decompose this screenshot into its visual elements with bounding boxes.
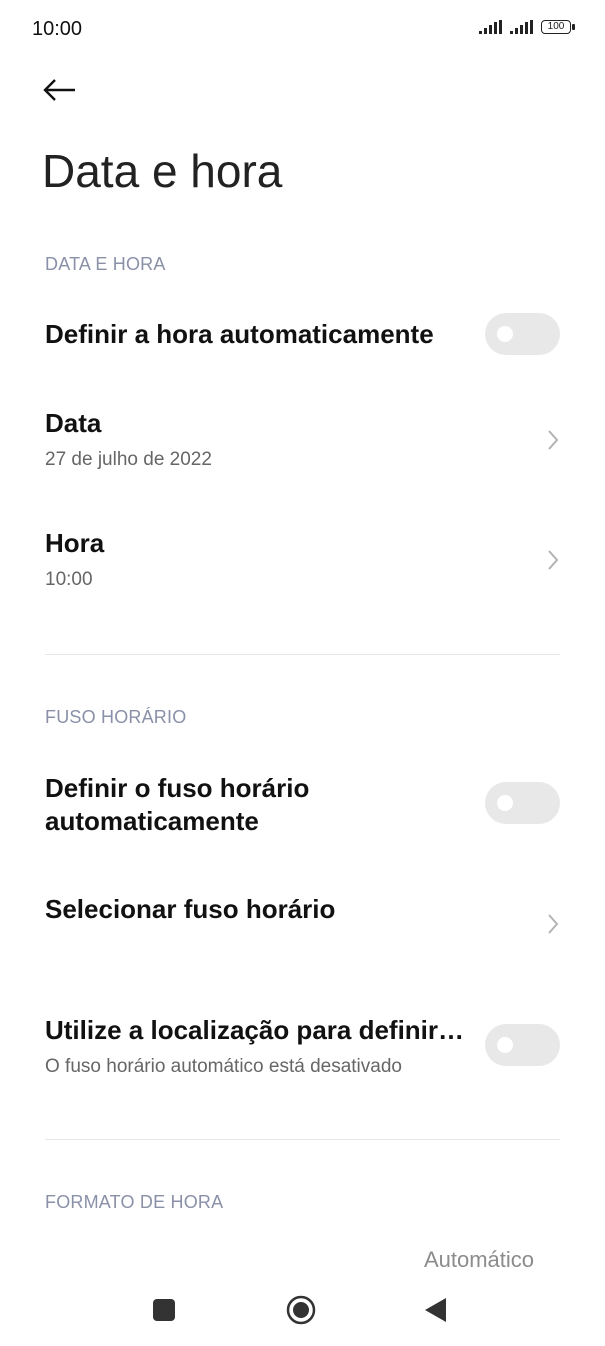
- circle-icon: [286, 1295, 316, 1325]
- arrow-left-icon: [43, 79, 75, 101]
- location-timezone-toggle[interactable]: [485, 1024, 560, 1066]
- location-timezone-sub: O fuso horário automático está desativad…: [45, 1056, 402, 1077]
- time-format-value[interactable]: Automático: [424, 1247, 534, 1273]
- time-label: Hora: [45, 528, 105, 558]
- select-timezone-row[interactable]: Selecionar fuso horário: [0, 893, 605, 953]
- auto-time-toggle[interactable]: [485, 313, 560, 355]
- select-timezone-label: Selecionar fuso horário: [45, 894, 336, 924]
- chevron-right-icon: [548, 914, 559, 934]
- nav-back-button[interactable]: [416, 1290, 456, 1330]
- auto-time-label: Definir a hora automaticamente: [45, 319, 434, 349]
- triangle-left-icon: [425, 1298, 446, 1322]
- signal-icon: [479, 20, 502, 34]
- section-header-date-time: DATA E HORA: [45, 254, 166, 274]
- square-icon: [153, 1299, 175, 1321]
- navigation-bar: [0, 1280, 605, 1340]
- chevron-right-icon: [548, 550, 559, 570]
- status-time: 10:00: [32, 18, 83, 40]
- divider: [45, 1139, 560, 1140]
- divider: [45, 654, 560, 655]
- date-row[interactable]: Data 27 de julho de 2022: [0, 405, 605, 477]
- time-row[interactable]: Hora 10:00: [0, 525, 605, 597]
- status-bar: 10:00 100: [0, 0, 605, 58]
- back-button[interactable]: [40, 72, 80, 108]
- location-timezone-label: Utilize a localização para definir…: [45, 1015, 465, 1045]
- auto-timezone-toggle[interactable]: [485, 782, 560, 824]
- section-header-time-zone: FUSO HORÁRIO: [45, 707, 187, 727]
- time-value: 10:00: [45, 569, 93, 590]
- auto-timezone-label-line1: Definir o fuso horário: [45, 773, 310, 803]
- auto-timezone-label-line2: automaticamente: [45, 806, 259, 836]
- date-value: 27 de julho de 2022: [45, 449, 212, 470]
- date-label: Data: [45, 408, 102, 438]
- page-title: Data e hora: [42, 145, 283, 197]
- home-button[interactable]: [281, 1290, 321, 1330]
- chevron-right-icon: [548, 430, 559, 450]
- battery-icon: 100: [541, 20, 575, 34]
- recents-button[interactable]: [144, 1290, 184, 1330]
- section-header-time-format: FORMATO DE HORA: [45, 1192, 224, 1212]
- signal-icon: [510, 20, 533, 34]
- status-icons: 100: [479, 20, 575, 34]
